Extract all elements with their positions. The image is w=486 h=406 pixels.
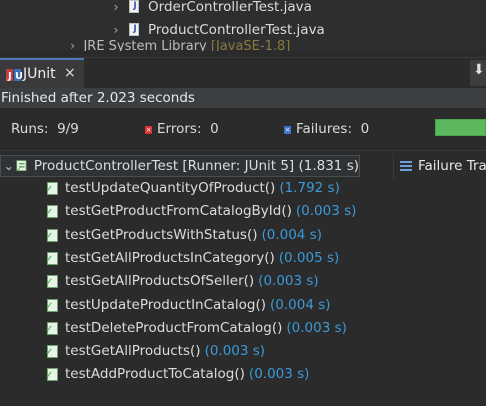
suite-label: ProductControllerTest [Runner: JUnit 5] … (33, 158, 359, 174)
runs-counter: Runs: 9/9 (11, 121, 79, 137)
test-name: testAddProductToCatalog() (65, 366, 245, 382)
test-progress-bar (435, 119, 486, 136)
test-case-row[interactable]: ✓ testDeleteProductFromCatalog() (0.003 … (45, 317, 347, 339)
errors-counter: × Errors: 0 (145, 121, 219, 137)
stack-trace-icon (400, 161, 412, 172)
test-duration: (0.003 s) (286, 320, 347, 336)
explorer-file-row[interactable]: › J ProductControllerTest.java (109, 20, 325, 40)
project-explorer: › J OrderControllerTest.java › J Product… (0, 0, 486, 51)
test-case-row[interactable]: ✓ testGetProductsWithStatus() (0.004 s) (45, 224, 322, 246)
test-pass-icon: ✓ (45, 274, 60, 289)
chevron-right-icon[interactable]: › (109, 23, 123, 37)
explorer-file-row[interactable]: › J OrderControllerTest.java (109, 0, 312, 17)
library-label: JRE System Library (83, 39, 207, 51)
test-duration: (0.003 s) (295, 203, 357, 219)
test-pass-icon: ✓ (45, 367, 60, 382)
explorer-library-row[interactable]: › JRE System Library [JavaSE-1.8] (70, 39, 290, 51)
test-name: testGetAllProductsOfSeller() (65, 273, 255, 289)
failures-value: 0 (360, 121, 370, 137)
test-case-row[interactable]: ✓ testGetAllProductsInCategory() (0.005 … (45, 247, 339, 269)
run-status-text: Finished after 2.023 seconds (0, 88, 486, 108)
library-suffix: [JavaSE-1.8] (210, 39, 291, 51)
test-pass-icon: ✓ (45, 204, 60, 219)
test-duration: (0.005 s) (278, 250, 340, 266)
test-duration: (0.003 s) (258, 273, 319, 289)
test-name: testGetProductFromCatalogById() (65, 203, 292, 219)
tab-label: JUnit (23, 66, 56, 82)
failure-trace-label: Failure Trace (418, 158, 486, 174)
test-duration: (0.004 s) (261, 227, 322, 243)
test-case-row[interactable]: ✓ testGetAllProductsOfSeller() (0.003 s) (45, 270, 319, 292)
test-pass-icon: ✓ (45, 181, 60, 196)
test-name: testUpdateProductInCatalog() (65, 297, 266, 313)
test-pass-icon: ✓ (45, 344, 60, 359)
runs-value: 9/9 (57, 121, 79, 137)
chevron-right-icon[interactable]: › (109, 0, 123, 14)
chevron-down-icon[interactable]: ⌄ (1, 159, 16, 173)
java-file-icon: J (129, 0, 141, 14)
test-duration: (0.003 s) (204, 343, 266, 359)
divider (0, 150, 486, 151)
test-case-row[interactable]: ✓ testAddProductToCatalog() (0.003 s) (45, 363, 309, 385)
test-name: testGetAllProducts() (65, 343, 201, 359)
errors-value: 0 (210, 121, 219, 137)
file-name: OrderControllerTest.java (148, 0, 312, 15)
errors-label: Errors: (157, 121, 202, 137)
test-tree[interactable]: ⌄ ✓ ProductControllerTest [Runner: JUnit… (0, 155, 392, 406)
test-duration: (1.792 s) (279, 180, 340, 196)
failures-counter: × Failures: 0 (284, 121, 369, 137)
test-duration: (0.004 s) (270, 297, 331, 313)
close-icon[interactable]: × (64, 65, 76, 81)
failure-trace-header[interactable]: Failure Trace (393, 154, 486, 180)
svg-text:J: J (7, 71, 12, 82)
error-icon: × (145, 126, 152, 134)
failures-label: Failures: (296, 121, 352, 137)
test-suite-row[interactable]: ⌄ ✓ ProductControllerTest [Runner: JUnit… (0, 155, 360, 177)
test-name: testUpdateQuantityOfProduct() (65, 180, 276, 196)
file-name: ProductControllerTest.java (148, 22, 325, 38)
svg-text:U: U (15, 71, 22, 82)
test-name: testGetProductsWithStatus() (65, 227, 258, 243)
test-pass-icon: ✓ (45, 298, 60, 313)
test-name: testDeleteProductFromCatalog() (65, 320, 283, 336)
view-menu-button[interactable]: ⬇ (470, 60, 486, 86)
test-duration: (0.003 s) (248, 366, 310, 382)
tab-junit[interactable]: J U JUnit × (0, 58, 84, 88)
view-tab-bar: J U JUnit × ⬇ (0, 57, 486, 88)
junit-icon: J U (6, 69, 22, 82)
test-counters: Runs: 9/9 × Errors: 0 × Failures: 0 (0, 112, 486, 146)
test-pass-icon: ✓ (45, 228, 60, 243)
test-case-row[interactable]: ✓ testGetAllProducts() (0.003 s) (45, 340, 265, 362)
runs-label: Runs: (11, 121, 49, 137)
arrow-down-icon: ⬇ (473, 62, 485, 78)
svg-text:✓: ✓ (16, 165, 22, 173)
java-file-icon: J (129, 23, 141, 37)
test-name: testGetAllProductsInCategory() (65, 250, 275, 266)
test-pass-icon: ✓ (45, 321, 60, 336)
failure-icon: × (284, 126, 291, 134)
test-case-row[interactable]: ✓ testGetProductFromCatalogById() (0.003… (45, 200, 356, 222)
test-case-row[interactable]: ✓ testUpdateProductInCatalog() (0.004 s) (45, 294, 331, 316)
test-case-row[interactable]: ✓ testUpdateQuantityOfProduct() (1.792 s… (45, 177, 340, 199)
test-suite-icon: ✓ (16, 160, 27, 173)
test-pass-icon: ✓ (45, 251, 60, 266)
